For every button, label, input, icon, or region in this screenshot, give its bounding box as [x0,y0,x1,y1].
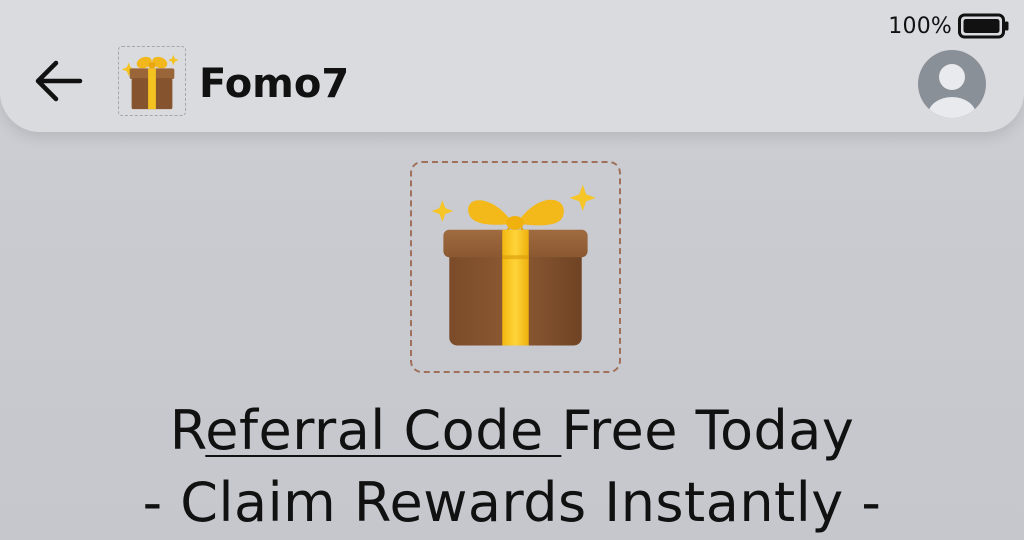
headline-prefix: R [169,399,206,462]
gift-icon [121,54,179,110]
back-button[interactable] [30,57,88,105]
user-avatar-icon [918,50,986,118]
arrow-left-icon [35,60,83,102]
app-title: Fomo7 [199,61,350,107]
status-bar: 100% [888,12,1010,40]
headline-line-2: - Claim Rewards Instantly - [142,471,882,534]
battery-icon [958,13,1009,39]
battery-percentage: 100% [888,13,952,39]
app-header: 100% Fomo7 [0,0,1024,132]
profile-avatar[interactable] [917,49,987,119]
gift-sparkles-icon [431,184,596,346]
hero-gift-image [410,161,621,373]
headline-suffix: Free Today [561,399,855,462]
referral-code-link[interactable]: eferral Code [205,399,561,462]
app-logo [118,46,186,116]
headline-line-1: Referral Code Free Today [0,396,1024,466]
